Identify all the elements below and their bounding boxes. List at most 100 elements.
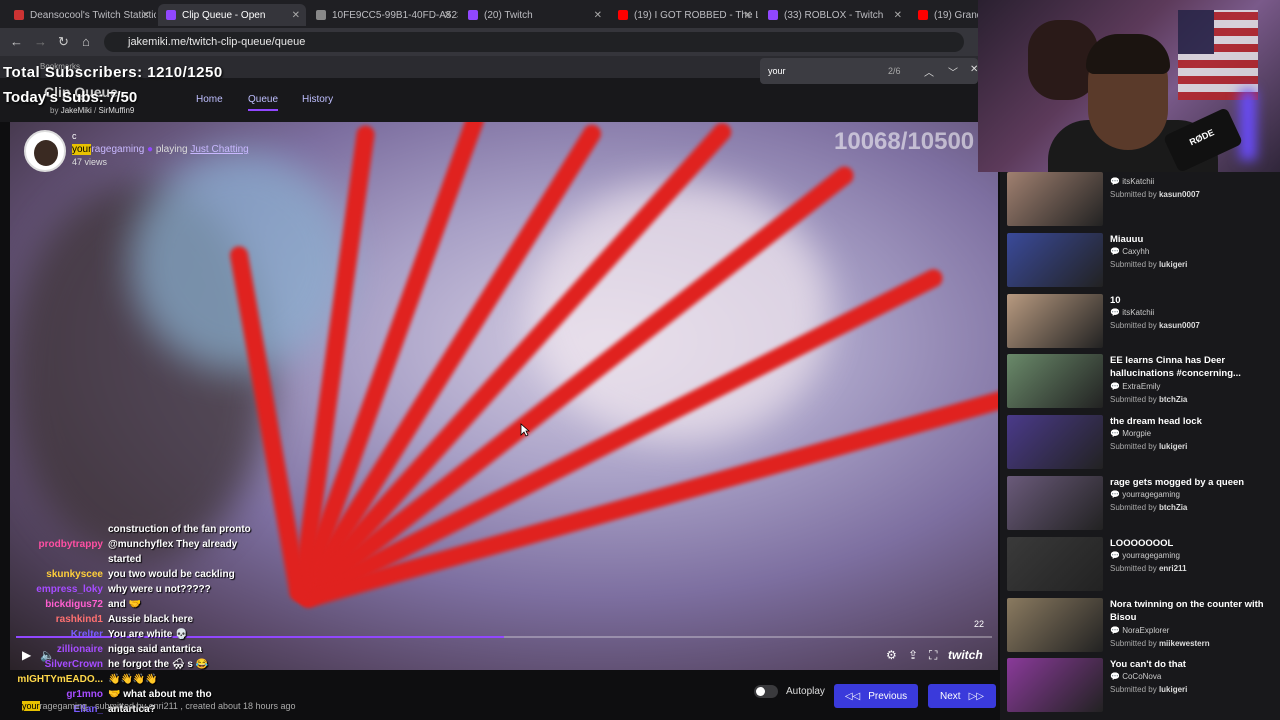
queue-thumbnail[interactable] bbox=[1007, 232, 1103, 287]
browser-tab[interactable]: (19) I GOT ROBBED - The Lon✕ bbox=[610, 4, 758, 26]
find-next-icon[interactable]: ﹀ bbox=[948, 64, 958, 79]
streamer-hair bbox=[1086, 34, 1170, 74]
browser-tab[interactable]: 10FE9CC5-99B1-40FD-A523 ✕ bbox=[308, 4, 458, 26]
playing-label: playing bbox=[155, 144, 188, 155]
queue-item[interactable]: 💬 itsKatchii Submitted by kasun0007 bbox=[1000, 172, 1280, 232]
clip-submitted-info: yourragegaming · submitted by enri211 , … bbox=[22, 701, 296, 711]
next-button[interactable]: Next ▷▷ bbox=[928, 684, 996, 708]
game-link[interactable]: Just Chatting bbox=[190, 144, 248, 155]
url-text[interactable]: jakemiki.me/twitch-clip-queue/queue bbox=[128, 36, 305, 48]
submitter-name: kasun0007 bbox=[1158, 320, 1200, 330]
tab-close-icon[interactable]: ✕ bbox=[894, 10, 902, 21]
queue-channel: 💬 Morgpie bbox=[1110, 429, 1151, 438]
nav-queue[interactable]: Queue bbox=[248, 94, 279, 111]
submitted-highlight: your bbox=[22, 701, 40, 711]
submitted-by-label: Submitted by bbox=[1110, 685, 1157, 695]
queue-item[interactable]: rage gets mogged by a queen 💬 yourragegam… bbox=[1000, 476, 1280, 536]
channel-highlight[interactable]: your bbox=[72, 144, 92, 155]
chat-text: 👋👋👋👋 bbox=[108, 674, 158, 685]
webcam-overlay: RØDE bbox=[978, 0, 1280, 172]
goal-counter: 10068/10500 bbox=[834, 128, 975, 155]
tab-close-icon[interactable]: ✕ bbox=[444, 10, 452, 21]
queue-channel-name: ExtraEmily bbox=[1122, 382, 1161, 392]
queue-item[interactable]: You can't do that 💬 CoCoNova Submitted by … bbox=[1000, 658, 1280, 718]
queue-thumbnail[interactable] bbox=[1007, 172, 1103, 226]
by-label: by bbox=[50, 106, 59, 115]
url-field[interactable]: jakemiki.me/twitch-clip-queue/queue bbox=[104, 32, 964, 52]
submitted-by-label: Submitted by bbox=[1110, 395, 1157, 405]
queue-item[interactable]: the dream head lock 💬 Morgpie Submitted by… bbox=[1000, 415, 1280, 475]
tab-close-icon[interactable]: ✕ bbox=[292, 10, 300, 21]
queue-channel-name: itsKatchii bbox=[1122, 307, 1155, 317]
queue-channel-name: Morgpie bbox=[1122, 429, 1152, 439]
twitch-logo[interactable]: twitch bbox=[948, 648, 983, 662]
queue-item[interactable]: Miauuu 💬 Caxyhh Submitted by lukigeri bbox=[1000, 232, 1280, 293]
browser-tab[interactable]: (19) Grand T bbox=[910, 4, 980, 26]
autoplay-toggle[interactable] bbox=[754, 685, 778, 698]
browser-tab[interactable]: Deansocool's Twitch Statistic ✕ bbox=[6, 4, 156, 26]
next-icon: ▷▷ bbox=[968, 690, 984, 702]
browser-tab[interactable]: Clip Queue - Open ✕ bbox=[158, 4, 306, 26]
queue-thumbnail[interactable] bbox=[1007, 354, 1103, 409]
find-prev-icon[interactable]: ︿ bbox=[924, 64, 934, 79]
tab-favicon-icon bbox=[468, 10, 478, 20]
forward-icon[interactable]: → bbox=[34, 34, 47, 49]
queue-channel-name: yourragegaming bbox=[1122, 550, 1180, 560]
chat-bubble-icon: 💬 bbox=[1110, 246, 1123, 256]
queue-thumbnail[interactable] bbox=[1007, 536, 1103, 591]
queue-clip-title: the dream head lock bbox=[1110, 416, 1202, 428]
queue-channel: 💬 yourragegaming bbox=[1110, 551, 1180, 560]
home-icon[interactable]: ⌂ bbox=[82, 34, 90, 49]
share-icon[interactable]: ⇪ bbox=[908, 648, 918, 662]
reload-icon[interactable]: ↻ bbox=[58, 34, 69, 50]
queue-thumbnail[interactable] bbox=[1007, 293, 1103, 348]
channel-name[interactable]: ragegaming bbox=[91, 144, 144, 155]
queue-thumbnail[interactable] bbox=[1007, 597, 1103, 652]
find-input[interactable]: your bbox=[768, 66, 786, 76]
chat-text: nigga said antartica bbox=[108, 644, 202, 655]
queue-item[interactable]: 10 💬 itsKatchii Submitted by kasun0007 bbox=[1000, 293, 1280, 354]
fullscreen-icon[interactable]: ⛶ bbox=[929, 648, 937, 663]
tab-favicon-icon bbox=[316, 10, 326, 20]
tab-close-icon[interactable]: ✕ bbox=[594, 10, 602, 21]
chat-text: why were u not????? bbox=[108, 584, 211, 595]
queue-thumbnail[interactable] bbox=[1007, 415, 1103, 470]
chat-bubble-icon: 💬 bbox=[1110, 429, 1123, 439]
queue-channel: 💬 ExtraEmily bbox=[1110, 382, 1160, 391]
queue-item[interactable]: EE learns Cinna has Deer hallucinations … bbox=[1000, 354, 1280, 414]
submitter-name: btchZia bbox=[1158, 395, 1188, 405]
queue-channel: 💬 itsKatchii bbox=[1110, 177, 1154, 186]
queue-item[interactable]: Nora twinning on the counter with Bisou 💬… bbox=[1000, 597, 1280, 658]
previous-button[interactable]: ◁◁ Previous bbox=[834, 684, 918, 708]
author-sirmuffin[interactable]: SirMuffin9 bbox=[98, 106, 134, 115]
chat-username: SilverCrown bbox=[44, 659, 103, 670]
queue-clip-title: Miauuu bbox=[1110, 233, 1144, 245]
streamer-avatar[interactable] bbox=[24, 130, 66, 172]
queue-submitter: Submitted by kasun0007 bbox=[1110, 190, 1200, 199]
back-icon[interactable]: ← bbox=[10, 34, 23, 49]
nav-home[interactable]: Home bbox=[196, 94, 223, 105]
settings-icon[interactable]: ⚙ bbox=[886, 648, 897, 662]
queue-thumbnail[interactable] bbox=[1007, 658, 1103, 713]
tab-close-icon[interactable]: ✕ bbox=[744, 10, 752, 21]
submitter-name: btchZia bbox=[1158, 503, 1188, 512]
submitter-name: lukigeri bbox=[1158, 685, 1188, 695]
app-authors: by JakeMiki / SirMuffin9 bbox=[50, 106, 135, 115]
queue-thumbnail[interactable] bbox=[1007, 476, 1103, 530]
browser-tab[interactable]: (20) Twitch ✕ bbox=[460, 4, 608, 26]
nav-history[interactable]: History bbox=[302, 94, 333, 105]
chat-text: and 🤝 bbox=[108, 599, 142, 610]
queue-channel-name: Caxyhh bbox=[1122, 246, 1150, 256]
author-jakemiki[interactable]: JakeMiki bbox=[61, 106, 92, 115]
tab-close-icon[interactable]: ✕ bbox=[142, 10, 150, 21]
queue-item[interactable]: LOOOOOOOL 💬 yourragegaming Submitted by en… bbox=[1000, 536, 1280, 597]
browser-tab[interactable]: (33) ROBLOX - Twitch ✕ bbox=[760, 4, 908, 26]
queue-submitter: Submitted by btchZia bbox=[1110, 503, 1187, 512]
queue-submitter: Submitted by lukigeri bbox=[1110, 260, 1187, 269]
tab-favicon-icon bbox=[918, 10, 928, 20]
submitted-by-label: Submitted by bbox=[1110, 442, 1157, 452]
tab-label: (20) Twitch bbox=[484, 9, 533, 21]
submitter-name: miikewestern bbox=[1158, 638, 1210, 648]
tab-label: (19) I GOT ROBBED - The Lon bbox=[634, 9, 758, 21]
submitted-by-label: Submitted by bbox=[1110, 190, 1157, 199]
